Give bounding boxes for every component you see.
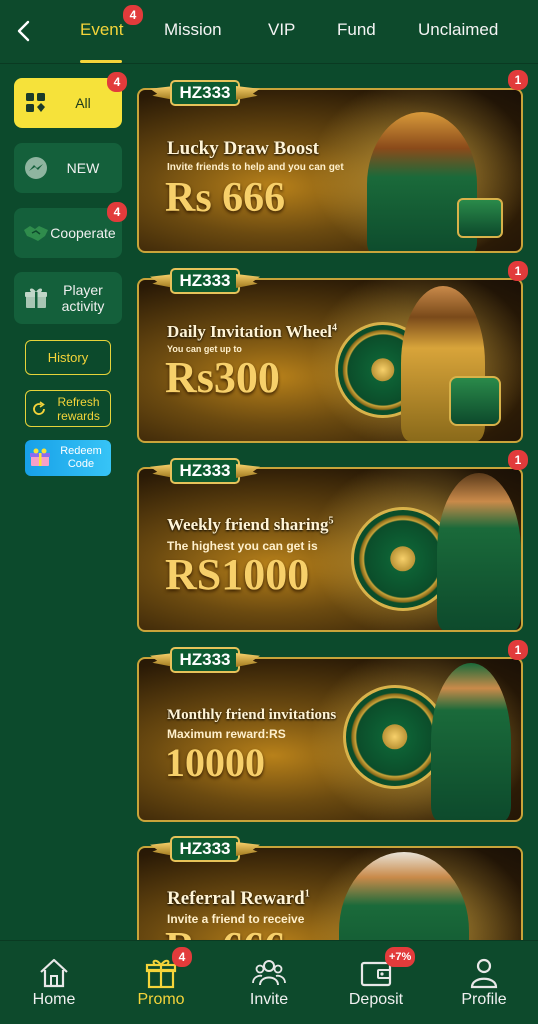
banner-title-sup: 4: [331, 322, 337, 334]
sidebar-item-all[interactable]: All: [14, 78, 122, 128]
back-arrow-icon[interactable]: [12, 16, 36, 46]
player-activity-line2: activity: [61, 298, 105, 314]
logo-text: HZ333: [170, 836, 240, 862]
tab-fund[interactable]: Fund: [337, 20, 376, 40]
history-button[interactable]: History: [25, 340, 111, 375]
sidebar-all-badge: 4: [107, 72, 127, 92]
redeem-gift-icon: [29, 448, 51, 468]
nav-promo-label: Promo: [137, 991, 185, 1008]
bottom-navigation: Home Promo 4 Invite Deposit +7% Profile: [0, 940, 538, 1024]
users-badge-image: [449, 376, 501, 426]
users-icon: [251, 955, 287, 991]
redeem-code-button[interactable]: Redeem Code: [25, 440, 111, 476]
logo-text: HZ333: [170, 80, 240, 106]
hz333-logo: HZ333: [150, 458, 260, 486]
redeem-line1: Redeem: [60, 445, 102, 457]
handshake-icon: [22, 219, 50, 247]
nav-profile-label: Profile: [461, 991, 507, 1008]
nav-home-label: Home: [32, 991, 76, 1008]
gift-icon: [22, 284, 50, 312]
promo-banner-monthly-invitations[interactable]: Monthly friend invitations Maximum rewar…: [137, 657, 523, 822]
refresh-line2: rewards: [57, 408, 100, 423]
treasure-chest-image: [457, 198, 503, 238]
refresh-rewards-button[interactable]: Refresh rewards: [25, 390, 111, 427]
nav-deposit-badge: +7%: [385, 947, 416, 967]
sidebar-item-player-activity[interactable]: Player activity: [14, 272, 122, 324]
banner-title-sup: 1: [304, 888, 310, 900]
hz333-logo: HZ333: [150, 647, 260, 675]
nav-profile[interactable]: Profile: [439, 941, 529, 1024]
tab-vip[interactable]: VIP: [268, 20, 295, 40]
sidebar-item-new[interactable]: NEW: [14, 143, 122, 193]
nav-invite-label: Invite: [249, 991, 289, 1008]
banner-title: Weekly friend sharing5: [167, 515, 334, 535]
refresh-icon: [31, 400, 47, 417]
tab-unclaimed[interactable]: Unclaimed: [418, 20, 498, 40]
redeem-code-label: Redeem Code: [51, 445, 111, 471]
sidebar-item-label: Cooperate: [50, 225, 116, 241]
nav-deposit-label: Deposit: [348, 991, 404, 1008]
refresh-line1: Refresh: [57, 394, 100, 409]
pilot-woman-figure-image: [437, 473, 521, 630]
sidebar-item-cooperate[interactable]: Cooperate: [14, 208, 122, 258]
banner-title: Lucky Draw Boost: [167, 138, 320, 159]
top-tab-bar: Event 4 Mission VIP Fund Unclaimed: [0, 0, 538, 64]
banner-title-text: Daily Invitation Wheel: [167, 322, 332, 341]
promo-banner-weekly-sharing[interactable]: Weekly friend sharing5 The highest you c…: [137, 467, 523, 632]
tab-mission[interactable]: Mission: [164, 20, 222, 40]
sidebar-cooperate-badge: 4: [107, 202, 127, 222]
home-icon: [36, 955, 72, 991]
hz333-logo: HZ333: [150, 80, 260, 108]
banner-title-sup: 5: [328, 515, 334, 527]
nav-promo-badge: 4: [172, 947, 192, 967]
banner-badge: 1: [508, 70, 528, 90]
grid-icon: [22, 89, 50, 117]
hz333-logo: HZ333: [150, 268, 260, 296]
redeem-line2: Code: [67, 458, 95, 470]
sidebar-item-label: Player activity: [50, 282, 122, 314]
banner-title-text: Referral Reward: [167, 888, 305, 909]
banner-badge: 1: [508, 450, 528, 470]
promo-banner-lucky-draw[interactable]: Lucky Draw Boost Invite friends to help …: [137, 88, 523, 253]
banner-title: Monthly friend invitations: [167, 707, 337, 723]
banner-subtitle: Invite friends to help and you can get: [167, 162, 344, 173]
refresh-rewards-label: Refresh rewards: [47, 395, 110, 423]
banner-amount: Rs300: [165, 353, 280, 402]
tab-event-badge: 4: [123, 5, 143, 25]
woman-figure-image: [431, 663, 511, 820]
logo-text: HZ333: [170, 268, 240, 294]
tab-event[interactable]: Event: [80, 20, 123, 40]
logo-text: HZ333: [170, 647, 240, 673]
banner-amount: 10000: [165, 740, 265, 785]
banner-amount: Rs 666: [165, 175, 286, 221]
profile-icon: [466, 955, 502, 991]
hz333-logo: HZ333: [150, 836, 260, 864]
nav-invite[interactable]: Invite: [224, 941, 314, 1024]
banner-title-text: Weekly friend sharing: [167, 515, 329, 534]
messenger-icon: [22, 154, 50, 182]
banner-amount: RS1000: [165, 550, 310, 599]
sidebar-item-label: NEW: [66, 160, 100, 176]
banner-badge: 1: [508, 261, 528, 281]
history-label: History: [47, 350, 89, 365]
promo-banner-daily-wheel[interactable]: Daily Invitation Wheel4 You can get up t…: [137, 278, 523, 443]
banner-title: Daily Invitation Wheel4: [167, 322, 337, 342]
banner-badge: 1: [508, 640, 528, 660]
logo-text: HZ333: [170, 458, 240, 484]
player-activity-line1: Player: [63, 282, 103, 298]
nav-promo[interactable]: Promo 4: [116, 941, 206, 1024]
nav-home[interactable]: Home: [9, 941, 99, 1024]
banner-title: Referral Reward1: [167, 888, 310, 910]
sidebar-item-label: All: [75, 95, 91, 111]
active-tab-indicator: [80, 60, 122, 63]
nav-deposit[interactable]: Deposit +7%: [331, 941, 421, 1024]
